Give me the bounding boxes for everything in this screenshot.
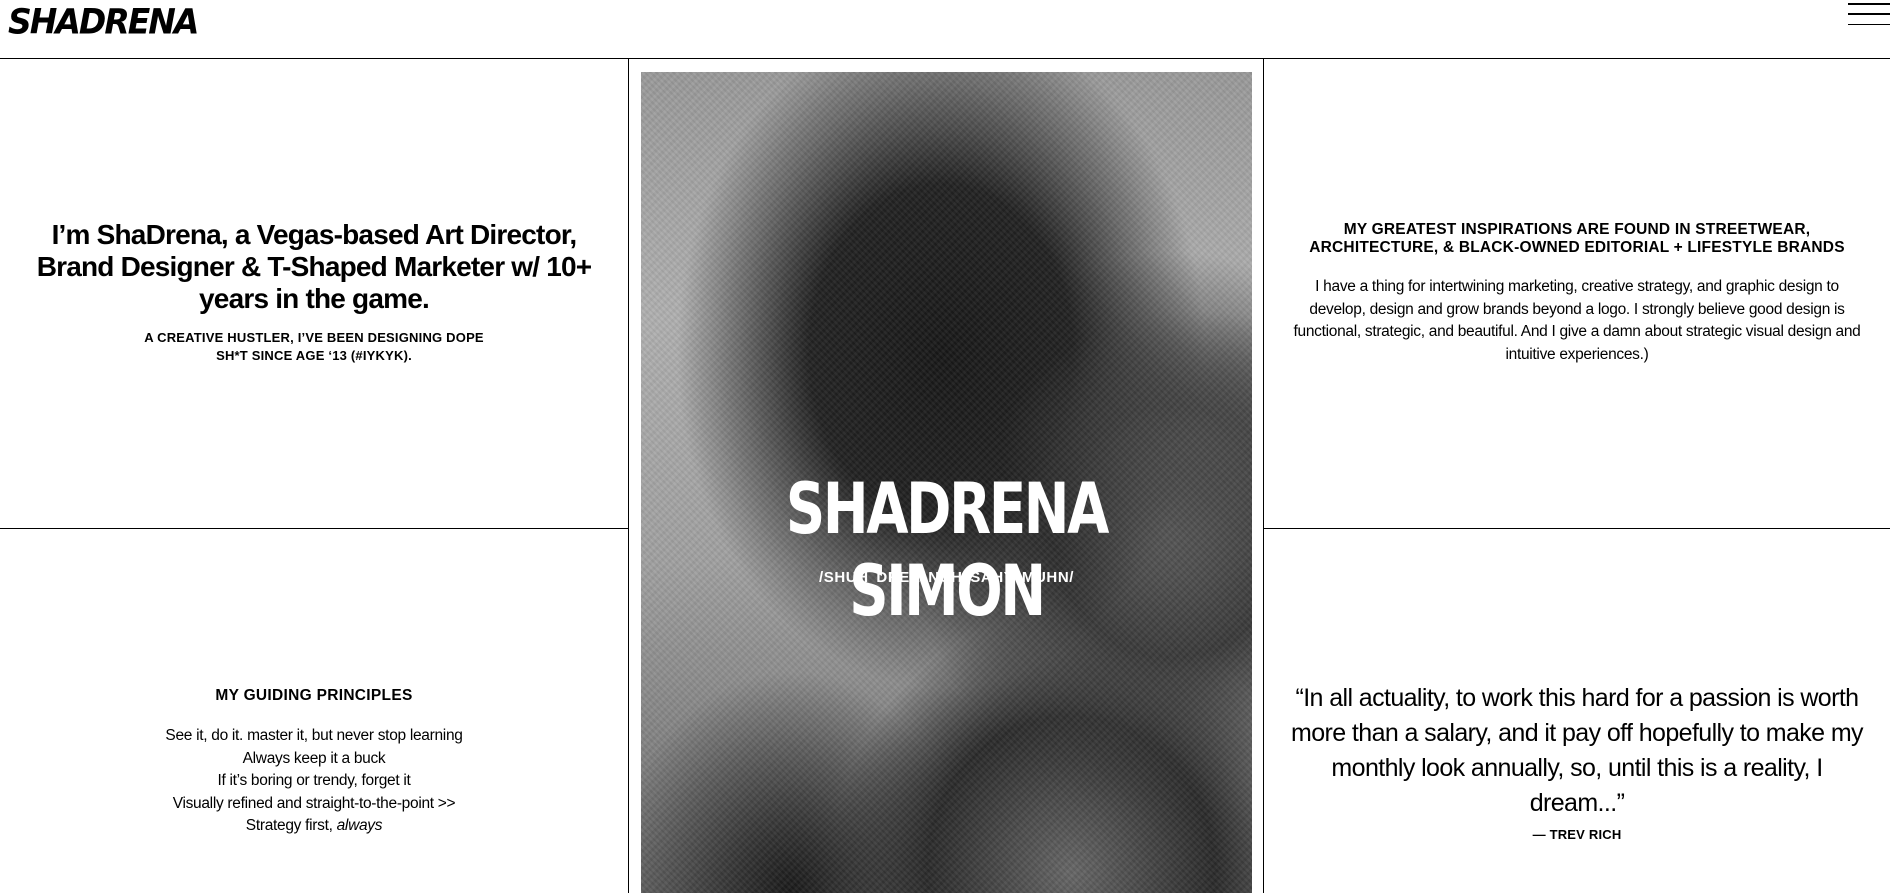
site-header: SHADRENA	[0, 0, 1890, 59]
intro-subline: A CREATIVE HUSTLER, I’VE BEEN DESIGNING …	[144, 330, 484, 363]
principle-item: See it, do it. master it, but never stop…	[165, 727, 463, 744]
menu-bar	[1848, 23, 1890, 25]
intro-section: I’m ShaDrena, a Vegas-based Art Director…	[0, 59, 628, 528]
inspirations-title: MY GREATEST INSPIRATIONS ARE FOUND IN ST…	[1309, 221, 1845, 256]
grid-divider-left	[628, 59, 629, 893]
principle-item-text: Strategy first,	[245, 817, 337, 834]
inspirations-section: MY GREATEST INSPIRATIONS ARE FOUND IN ST…	[1264, 59, 1890, 528]
principles-list: See it, do it. master it, but never stop…	[0, 725, 628, 838]
menu-bar	[1848, 13, 1890, 15]
principles-section: MY GUIDING PRINCIPLES See it, do it. mas…	[0, 529, 628, 893]
quote-text: “In all actuality, to work this hard for…	[1291, 684, 1864, 817]
inspirations-body: I have a thing for intertwining marketin…	[1293, 278, 1861, 363]
hero-phonetic: /SHUH DREE NUH SAHY MUHN/	[818, 569, 1075, 586]
site-logo[interactable]: SHADRENA	[8, 1, 199, 42]
principle-item: Always keep it a buck	[242, 749, 386, 767]
quote-section: “In all actuality, to work this hard for…	[1264, 529, 1890, 893]
principle-item: If it’s boring or trendy, forget it	[217, 772, 411, 789]
hamburger-menu-icon[interactable]	[1848, 3, 1890, 25]
portrait-photo: SHADRENA SIMON /SHUH DREE NUH SAHY MUHN/	[641, 72, 1252, 893]
quote-author: — TREV RICH	[1532, 827, 1622, 842]
intro-headline: I’m ShaDrena, a Vegas-based Art Director…	[36, 219, 592, 314]
principle-item: Visually refined and straight-to-the-poi…	[172, 794, 456, 812]
hero-name: SHADRENA SIMON	[785, 468, 1110, 632]
menu-bar	[1848, 3, 1890, 5]
principle-item: Strategy first, always	[0, 815, 628, 838]
principle-item-emphasis: always	[336, 817, 383, 834]
principles-title: MY GUIDING PRINCIPLES	[215, 687, 413, 704]
